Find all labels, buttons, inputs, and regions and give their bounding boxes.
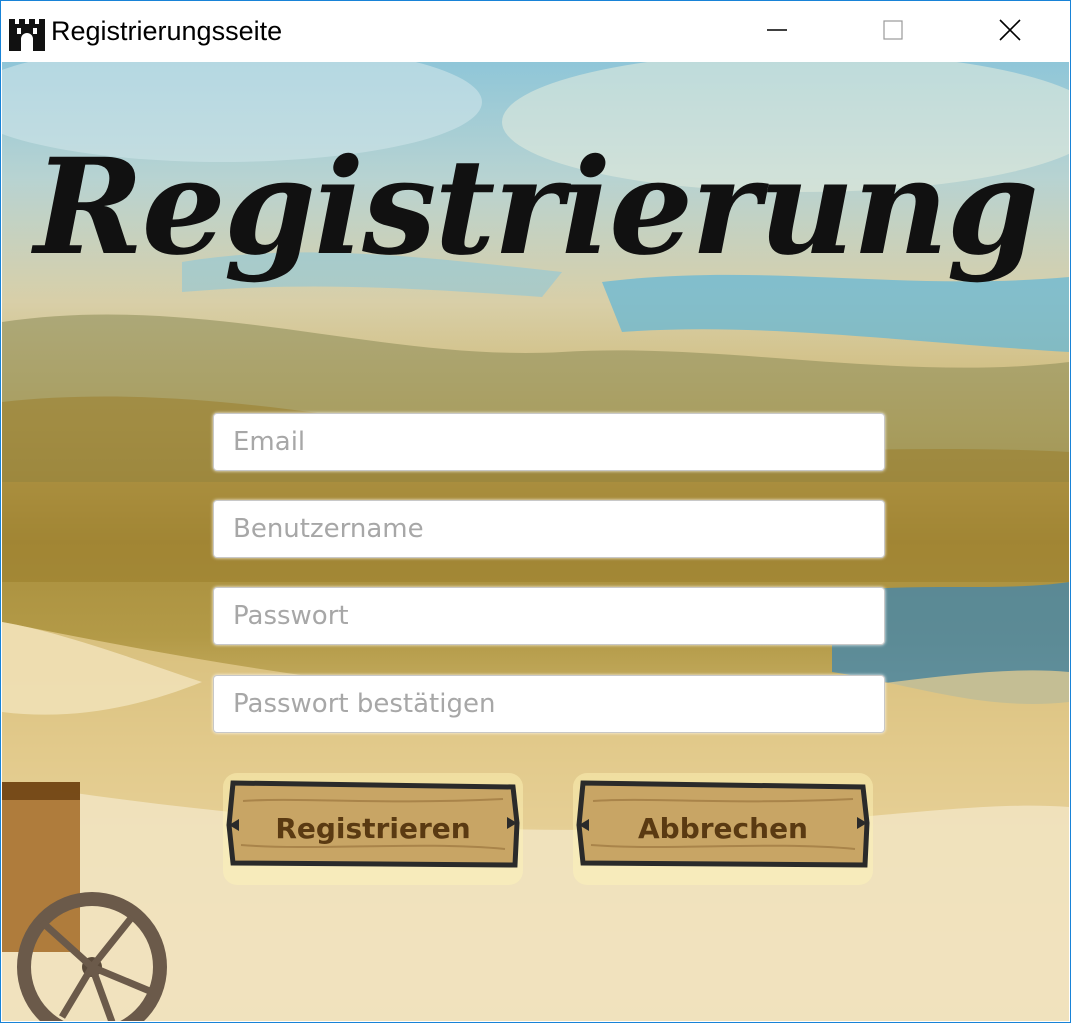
register-button-label: Registrieren [275,811,471,845]
registration-window: Registrierungsseite Registrierung Email … [0,0,1071,1023]
password-field[interactable] [213,587,885,645]
maximize-icon [883,19,903,44]
username-field[interactable] [213,500,885,558]
cancel-button[interactable]: Abbrechen [569,767,877,885]
cancel-button-label: Abbrechen [637,811,808,845]
email-field[interactable] [213,413,885,471]
minimize-button[interactable] [718,1,836,62]
password-confirm-field[interactable] [213,675,885,733]
window-title: Registrierungsseite [51,16,283,46]
close-button[interactable] [951,1,1069,62]
page-heading: Registrierung [34,130,1039,285]
register-button[interactable]: Registrieren [219,767,527,885]
minimize-icon [767,20,787,44]
main-content: Registrierung Registrieren Abbre [2,62,1069,1021]
castle-icon [7,15,47,51]
title-bar[interactable]: Registrierungsseite [1,1,1070,62]
maximize-button[interactable] [834,1,952,62]
close-icon [999,18,1021,45]
